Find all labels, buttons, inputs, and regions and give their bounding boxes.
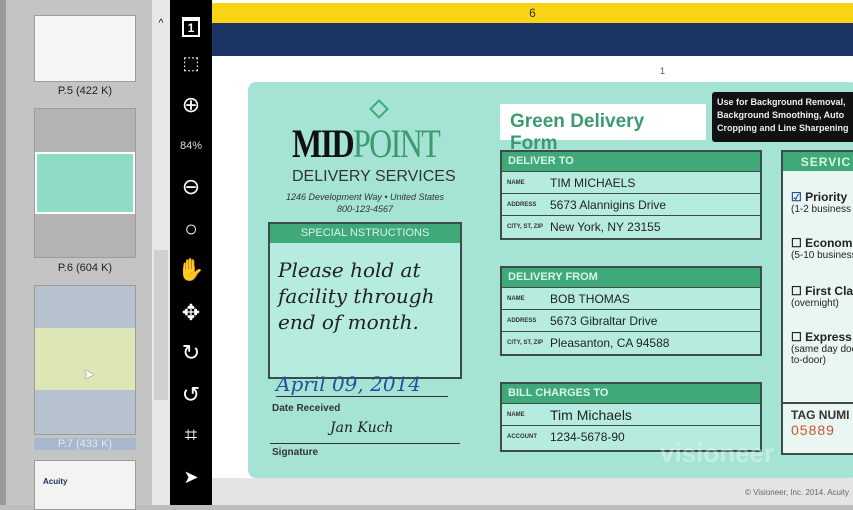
- delivery-from-box: DELIVERY FROM NAME BOB THOMAS ADDRESS 5673…: [500, 266, 762, 356]
- rotate-right-icon[interactable]: ↻: [176, 338, 206, 368]
- hand-icon[interactable]: ✋: [176, 255, 206, 285]
- thumbnail-page-8[interactable]: Acuity: [34, 460, 136, 510]
- date-received-label: Date Received: [272, 403, 341, 414]
- special-instructions-box: SPECIAL NSTRUCTIONS Please hold at facili…: [268, 222, 462, 379]
- thumbnail-image: [35, 152, 135, 214]
- page-indicator-bar: 6: [212, 3, 853, 23]
- logo: MIDPOINT: [292, 121, 441, 166]
- logo-icon: [369, 99, 389, 119]
- document-viewer[interactable]: 6 1 MIDPOINT DELIVERY SERVICES 1246 Deve…: [212, 0, 853, 505]
- tool-bar: 1 ⬚ ⊕ 84% ⊖ ○ ✋ ✥ ↻ ↺ ⌗ ➤: [170, 0, 212, 505]
- zoom-in-icon[interactable]: ⊕: [176, 90, 206, 120]
- move-icon[interactable]: ✥: [176, 298, 206, 328]
- delivery-from-header: DELIVERY FROM: [502, 268, 760, 287]
- thumbnail-label: P.6 (604 K): [57, 262, 113, 274]
- page-footer: © Visioneer, Inc. 2014. Acuity: [212, 478, 853, 505]
- logo-subtitle: DELIVERY SERVICES: [292, 168, 456, 185]
- delivery-from-city: Pleasanton, CA 94588: [550, 335, 670, 350]
- scanned-form: MIDPOINT DELIVERY SERVICES 1246 Developm…: [248, 82, 853, 478]
- deliver-to-header: DELIVER TO: [502, 152, 760, 171]
- deliver-to-address: 5673 Alannigins Drive: [550, 197, 667, 212]
- crop-icon[interactable]: ⌗: [176, 420, 206, 450]
- deliver-to-name: TIM MICHAELS: [550, 175, 636, 190]
- select-region-icon[interactable]: ⬚: [176, 48, 206, 78]
- service-option-priority: ☑ Priority (1-2 business: [791, 190, 852, 215]
- bill-name: Tim Michaels: [550, 406, 632, 423]
- scrollbar-thumb[interactable]: [154, 250, 168, 400]
- thumbnail-panel: P.5 (422 K) P.6 (604 K) ➤ P.7 (433 K) Ac…: [0, 0, 152, 510]
- thumbnail-page-6[interactable]: [34, 108, 136, 258]
- company-address: 1246 Development Way • United States: [285, 192, 445, 202]
- delivery-from-name: BOB THOMAS: [550, 291, 630, 306]
- signature: Jan Kuch: [270, 420, 460, 444]
- watermark: visioneer: [660, 438, 775, 468]
- page-mark: 1: [660, 66, 666, 76]
- tooltip: Use for Background Removal, Background Sm…: [712, 92, 853, 142]
- bill-account: 1234-5678-90: [550, 429, 625, 444]
- thumbnail-page-7[interactable]: ➤: [34, 285, 136, 435]
- delivery-from-address: 5673 Gibraltar Drive: [550, 313, 658, 328]
- thumbnail-label: P.5 (422 K): [57, 85, 113, 97]
- tag-number: TAG NUMI 05889: [783, 402, 853, 442]
- service-box: SERVIC ☑ Priority (1-2 business ☐ Econom(…: [781, 150, 853, 455]
- rotate-left-icon[interactable]: ↺: [176, 380, 206, 410]
- deliver-to-city: New York, NY 23155: [550, 219, 661, 234]
- zoom-out-icon[interactable]: ⊖: [176, 172, 206, 202]
- thumbnail-page-5[interactable]: [34, 15, 136, 82]
- deliver-to-box: DELIVER TO NAME TIM MICHAELS ADDRESS 5673 …: [500, 150, 762, 240]
- zoom-level: 84%: [179, 140, 203, 152]
- company-phone: 800-123-4567: [336, 204, 394, 214]
- bill-charges-header: BILL CHARGES TO: [502, 384, 760, 403]
- signature-label: Signature: [272, 447, 319, 458]
- service-option-economy: ☐ Econom (5-10 business: [791, 236, 853, 261]
- thumbnail-scrollbar[interactable]: ^: [152, 0, 170, 505]
- special-instructions-text: Please hold at facility through end of mon…: [278, 258, 435, 334]
- page-number-button[interactable]: 1: [176, 12, 206, 42]
- header-bar: [212, 23, 853, 56]
- scroll-up-icon[interactable]: ^: [152, 18, 170, 29]
- date-received-value: April 09, 2014: [276, 372, 448, 397]
- form-title: Green Delivery Form: [500, 104, 706, 154]
- mouse-cursor-icon: ➤: [83, 366, 95, 382]
- special-instructions-header: SPECIAL NSTRUCTIONS: [270, 224, 460, 243]
- zoom-fit-icon[interactable]: ○: [176, 214, 206, 244]
- service-option-first-class: ☐ First Cla (overnight): [791, 284, 853, 309]
- service-option-express: ☐ Express(same day door-to-door): [791, 330, 853, 366]
- thumbnail-label: P.7 (433 K): [34, 438, 136, 450]
- service-header: SERVIC: [783, 152, 853, 171]
- pointer-icon[interactable]: ➤: [176, 462, 206, 492]
